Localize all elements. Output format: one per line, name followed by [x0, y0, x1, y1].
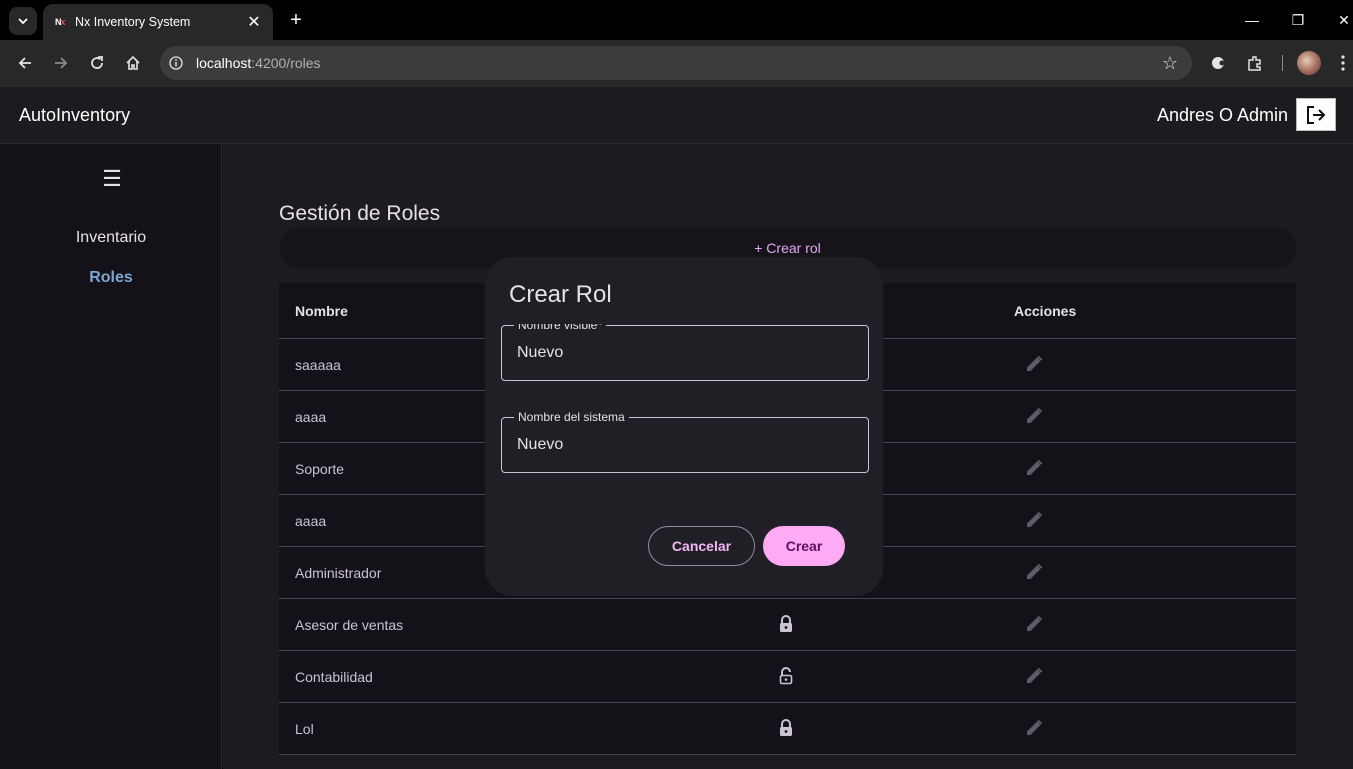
lock-icon	[777, 718, 797, 738]
nombre-visible-field[interactable]: Nombre visible* Nuevo	[501, 324, 869, 381]
extensions-icon[interactable]	[1243, 51, 1267, 75]
browser-tab[interactable]: Nx Nx Inventory System ✕	[43, 4, 273, 40]
bookmark-star-icon[interactable]: ☆	[1162, 53, 1178, 74]
header-nombre: Nombre	[295, 303, 348, 319]
forward-arrow-icon[interactable]	[49, 51, 73, 75]
extension-puzzle-icon[interactable]	[1206, 51, 1230, 75]
logout-button[interactable]	[1296, 98, 1336, 131]
tab-title: Nx Inventory System	[75, 15, 191, 29]
create-role-dialog: Crear Rol Nombre visible* Nuevo Nombre d…	[485, 257, 883, 596]
browser-tab-bar: Nx Nx Inventory System ✕ + — ❐ ✕	[0, 0, 1353, 40]
new-tab-plus-icon[interactable]: +	[284, 8, 308, 32]
role-name: Contabilidad	[295, 669, 373, 685]
profile-avatar[interactable]	[1297, 51, 1321, 75]
role-name: Lol	[295, 721, 314, 737]
nombre-sistema-label: Nombre del sistema	[514, 410, 629, 424]
app-header: AutoInventory Andres O Admin	[0, 87, 1353, 144]
create-role-link[interactable]: + Crear rol	[279, 240, 1296, 256]
edit-pencil-icon[interactable]	[1025, 407, 1043, 425]
role-name: Asesor de ventas	[295, 617, 404, 633]
role-name: aaaa	[295, 513, 327, 529]
role-name: saaaaa	[295, 357, 341, 373]
menu-hamburger-icon[interactable]: ☰	[100, 167, 124, 191]
minimize-icon[interactable]: —	[1237, 8, 1267, 32]
role-name: aaaa	[295, 409, 327, 425]
page-title: Gestión de Roles	[279, 202, 441, 225]
nombre-visible-label: Nombre visible*	[514, 324, 607, 332]
back-arrow-icon[interactable]	[13, 51, 37, 75]
nombre-sistema-field[interactable]: Nombre del sistema Nuevo	[501, 410, 869, 473]
browser-toolbar: localhost:4200/roles ☆	[0, 40, 1353, 86]
tab-search-button[interactable]	[9, 7, 37, 35]
restore-icon[interactable]: ❐	[1283, 8, 1313, 32]
url-text: localhost:4200/roles	[196, 55, 321, 71]
edit-pencil-icon[interactable]	[1025, 459, 1043, 477]
menu-dots-icon[interactable]	[1333, 51, 1353, 75]
edit-pencil-icon[interactable]	[1025, 667, 1043, 685]
nombre-sistema-value[interactable]: Nuevo	[517, 436, 563, 454]
table-row: Lol	[279, 703, 1296, 755]
table-row: Asesor de ventas	[279, 599, 1296, 651]
reload-icon[interactable]	[85, 51, 109, 75]
window-close-icon[interactable]: ✕	[1329, 8, 1353, 32]
site-info-icon[interactable]	[166, 53, 186, 73]
create-button[interactable]: Crear	[763, 526, 845, 566]
sidebar-item-inventario[interactable]: Inventario	[0, 229, 222, 247]
unlock-icon	[777, 666, 797, 686]
close-tab-icon[interactable]: ✕	[245, 12, 263, 32]
edit-pencil-icon[interactable]	[1025, 563, 1043, 581]
chevron-down-icon	[18, 18, 28, 25]
address-bar[interactable]: localhost:4200/roles ☆	[160, 46, 1192, 80]
nx-favicon-icon: Nx	[55, 17, 66, 27]
header-acciones: Acciones	[1014, 303, 1077, 319]
nombre-visible-value[interactable]: Nuevo	[517, 344, 563, 362]
user-name: Andres O Admin	[1156, 105, 1288, 125]
dialog-title: Crear Rol	[509, 281, 612, 308]
home-icon[interactable]	[121, 51, 145, 75]
logout-icon	[1307, 105, 1326, 124]
table-row: Contabilidad	[279, 651, 1296, 703]
sidebar-item-roles[interactable]: Roles	[0, 269, 222, 287]
edit-pencil-icon[interactable]	[1025, 355, 1043, 373]
lock-icon	[777, 614, 797, 634]
edit-pencil-icon[interactable]	[1025, 615, 1043, 633]
edit-pencil-icon[interactable]	[1025, 511, 1043, 529]
sidebar: ☰ Inventario Roles	[0, 144, 222, 769]
role-name: Administrador	[295, 565, 382, 581]
app-brand: AutoInventory	[19, 105, 131, 125]
toolbar-divider	[1282, 55, 1283, 71]
edit-pencil-icon[interactable]	[1025, 719, 1043, 737]
cancel-button[interactable]: Cancelar	[648, 526, 755, 566]
role-name: Soporte	[295, 461, 345, 477]
